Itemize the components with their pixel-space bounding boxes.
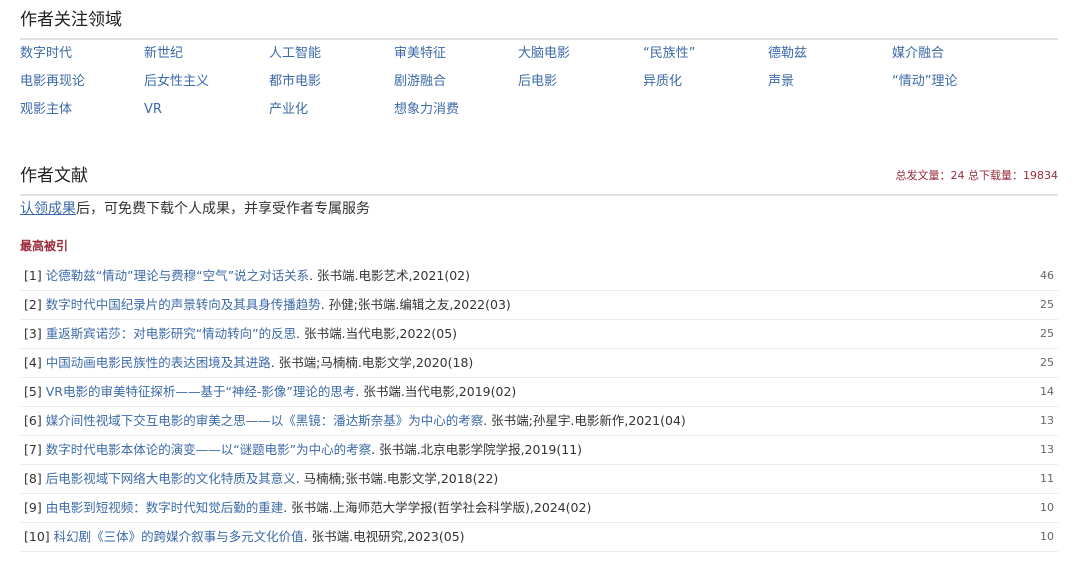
reference-meta: . 张书端.电视研究,2023(05) <box>303 529 465 544</box>
topic-link[interactable]: 想象力消费 <box>394 100 459 120</box>
reference-row: [8] 后电影视域下网络大电影的文化特质及其意义. 马楠楠;张书端.电影文学,2… <box>20 465 1058 494</box>
claim-results-link[interactable]: 认领成果 <box>20 201 76 217</box>
citation-count: 10 <box>1040 501 1054 514</box>
focus-section-header: 作者关注领域 <box>20 8 1058 40</box>
reference-meta: . 张书端.当代电影,2022(05) <box>296 326 458 341</box>
most-cited-heading: 最高被引 <box>20 239 69 253</box>
reference-title-link[interactable]: VR电影的审美特征探析——基于“神经-影像”理论的思考 <box>46 384 356 399</box>
reference-row: [10] 科幻剧《三体》的跨媒介叙事与多元文化价值. 张书端.电视研究,2023… <box>20 523 1058 552</box>
reference-row: [3] 重返斯宾诺莎：对电影研究“情动转向”的反思. 张书端.当代电影,2022… <box>20 320 1058 349</box>
reference-index: [3] <box>24 326 42 341</box>
citation-count: 11 <box>1040 472 1054 485</box>
reference-row: [4] 中国动画电影民族性的表达困境及其进路. 张书端;马楠楠.电影文学,202… <box>20 349 1058 378</box>
reference-meta: . 张书端.当代电影,2019(02) <box>355 384 517 399</box>
topic-link[interactable]: 审美特征 <box>394 44 446 64</box>
topic-link[interactable]: 异质化 <box>643 72 682 92</box>
reference-title-link[interactable]: 论德勒兹“情动”理论与费穆“空气”说之对话关系 <box>46 268 309 283</box>
reference-index: [7] <box>24 442 42 457</box>
reference-index: [4] <box>24 355 42 370</box>
citation-count: 13 <box>1040 443 1054 456</box>
topic-link[interactable]: 产业化 <box>269 100 308 120</box>
reference-index: [5] <box>24 384 42 399</box>
reference-title-link[interactable]: 科幻剧《三体》的跨媒介叙事与多元文化价值 <box>54 529 304 544</box>
reference-title-link[interactable]: 后电影视域下网络大电影的文化特质及其意义 <box>46 471 296 486</box>
reference-meta: . 张书端.电影艺术,2021(02) <box>309 268 470 283</box>
topic-link[interactable]: “民族性” <box>643 44 695 64</box>
reference-row: [1] 论德勒兹“情动”理论与费穆“空气”说之对话关系. 张书端.电影艺术,20… <box>20 262 1058 291</box>
works-title: 作者文献 <box>20 166 88 186</box>
reference-index: [6] <box>24 413 42 428</box>
topic-link[interactable]: 后女性主义 <box>144 72 209 92</box>
reference-index: [1] <box>24 268 42 283</box>
claim-notice: 认领成果后，可免费下载个人成果，并享受作者专属服务 <box>20 198 370 220</box>
works-section-header: 作者文献 总发文量：24 总下载量：19834 <box>20 164 1058 196</box>
reference-index: [2] <box>24 297 42 312</box>
reference-title-link[interactable]: 由电影到短视频：数字时代知觉后勤的重建 <box>46 500 284 515</box>
reference-title-link[interactable]: 重返斯宾诺莎：对电影研究“情动转向”的反思 <box>46 326 296 341</box>
citation-count: 25 <box>1040 327 1054 340</box>
reference-index: [9] <box>24 500 42 515</box>
citation-count: 46 <box>1040 269 1054 282</box>
reference-title-link[interactable]: 媒介间性视域下交互电影的审美之思——以《黑镜：潘达斯奈基》为中心的考察 <box>46 413 484 428</box>
topic-link[interactable]: 观影主体 <box>20 100 72 120</box>
citation-count: 10 <box>1040 530 1054 543</box>
topic-link[interactable]: 人工智能 <box>269 44 321 64</box>
reference-meta: . 张书端.上海师范大学学报(哲学社会科学版),2024(02) <box>283 500 592 515</box>
reference-meta: . 张书端.北京电影学院学报,2019(11) <box>371 442 583 457</box>
reference-meta: . 孙健;张书端.编辑之友,2022(03) <box>320 297 511 312</box>
claim-notice-text: 后，可免费下载个人成果，并享受作者专属服务 <box>76 201 370 217</box>
topic-link[interactable]: 后电影 <box>518 72 557 92</box>
reference-meta: . 张书端;马楠楠.电影文学,2020(18) <box>270 355 474 370</box>
works-stats: 总发文量：24 总下载量：19834 <box>895 169 1059 182</box>
author-page: 作者关注领域 数字时代 新世纪 人工智能 审美特征 大脑电影 “民族性” 德勒兹… <box>0 0 1080 562</box>
citation-count: 14 <box>1040 385 1054 398</box>
topic-link[interactable]: 剧游融合 <box>394 72 446 92</box>
citation-count: 25 <box>1040 356 1054 369</box>
reference-row: [2] 数字时代中国纪录片的声景转向及其具身传播趋势. 孙健;张书端.编辑之友,… <box>20 291 1058 320</box>
topic-link[interactable]: 声景 <box>768 72 794 92</box>
topic-link[interactable]: 数字时代 <box>20 44 72 64</box>
topic-link[interactable]: 新世纪 <box>144 44 183 64</box>
reference-row: [5] VR电影的审美特征探析——基于“神经-影像”理论的思考. 张书端.当代电… <box>20 378 1058 407</box>
focus-title: 作者关注领域 <box>20 10 122 30</box>
citation-count: 25 <box>1040 298 1054 311</box>
reference-row: [9] 由电影到短视频：数字时代知觉后勤的重建. 张书端.上海师范大学学报(哲学… <box>20 494 1058 523</box>
topic-link[interactable]: 大脑电影 <box>518 44 570 64</box>
citation-count: 13 <box>1040 414 1054 427</box>
reference-title-link[interactable]: 数字时代中国纪录片的声景转向及其具身传播趋势 <box>46 297 321 312</box>
reference-meta: . 张书端;孙星宇.电影新作,2021(04) <box>483 413 686 428</box>
reference-meta: . 马楠楠;张书端.电影文学,2018(22) <box>295 471 499 486</box>
reference-index: [10] <box>24 529 50 544</box>
reference-row: [6] 媒介间性视域下交互电影的审美之思——以《黑镜：潘达斯奈基》为中心的考察.… <box>20 407 1058 436</box>
reference-title-link[interactable]: 数字时代电影本体论的演变——以“谜题电影”为中心的考察 <box>46 442 371 457</box>
topic-link[interactable]: 电影再现论 <box>20 72 85 92</box>
reference-row: [7] 数字时代电影本体论的演变——以“谜题电影”为中心的考察. 张书端.北京电… <box>20 436 1058 465</box>
topic-link[interactable]: “情动”理论 <box>892 72 957 92</box>
topic-link[interactable]: 都市电影 <box>269 72 321 92</box>
topic-link[interactable]: VR <box>144 100 162 120</box>
reference-title-link[interactable]: 中国动画电影民族性的表达困境及其进路 <box>46 355 271 370</box>
topic-link[interactable]: 德勒兹 <box>768 44 807 64</box>
reference-index: [8] <box>24 471 42 486</box>
topic-link[interactable]: 媒介融合 <box>892 44 944 64</box>
